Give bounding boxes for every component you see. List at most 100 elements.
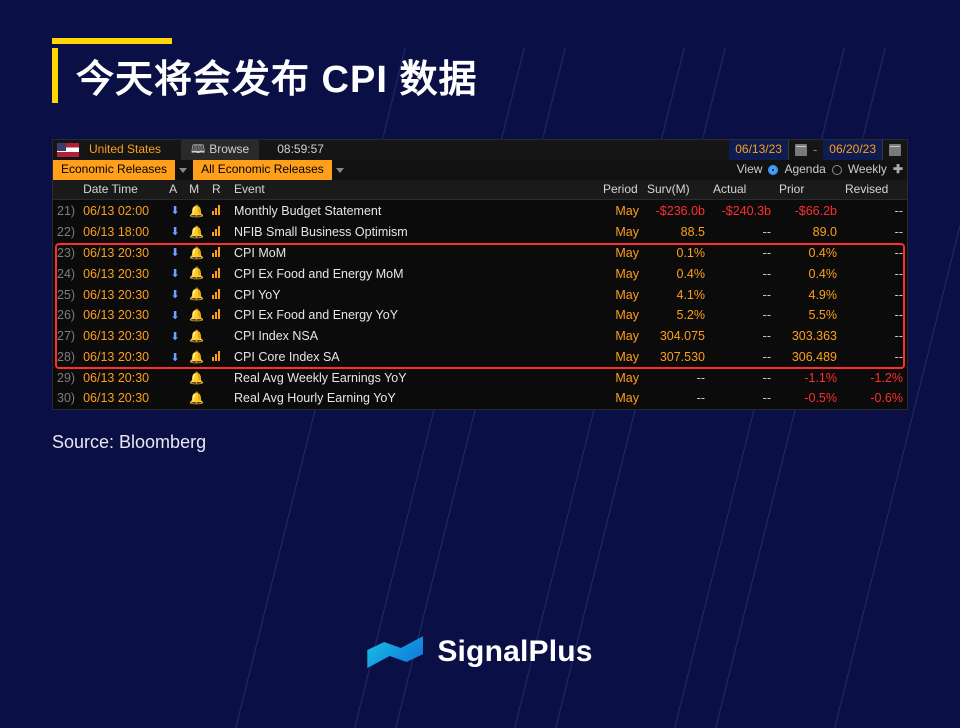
brand-footer: SignalPlus bbox=[0, 632, 960, 672]
row-index: 27) bbox=[53, 326, 79, 347]
row-prior: 0.4% bbox=[775, 242, 841, 263]
alert-toggle[interactable] bbox=[165, 388, 185, 408]
col-surv[interactable]: Surv(M) bbox=[643, 180, 709, 200]
row-period: May bbox=[599, 221, 643, 242]
table-row[interactable]: 25)06/13 20:30⬇🔔CPI YoYMay4.1%--4.9%-- bbox=[53, 284, 907, 305]
col-event[interactable]: Event bbox=[230, 180, 599, 200]
alert-toggle[interactable]: ⬇ bbox=[165, 263, 185, 284]
terminal-topbar: United States 🕮 Browse 08:59:57 06/13/23… bbox=[53, 140, 907, 160]
clock-time: 08:59:57 bbox=[277, 141, 324, 158]
col-r[interactable]: R bbox=[208, 180, 230, 200]
col-period[interactable]: Period bbox=[599, 180, 643, 200]
row-datetime: 06/13 20:30 bbox=[79, 388, 165, 408]
reminder-toggle[interactable]: 🔔 bbox=[185, 347, 208, 368]
row-prior: 4.9% bbox=[775, 284, 841, 305]
reminder-toggle[interactable]: 🔔 bbox=[185, 305, 208, 326]
table-row[interactable]: 27)06/13 20:30⬇🔔CPI Index NSAMay304.075-… bbox=[53, 326, 907, 347]
reminder-toggle[interactable]: 🔔 bbox=[185, 368, 208, 388]
row-revised: -1.2% bbox=[841, 368, 907, 388]
calendar-icon[interactable] bbox=[795, 144, 807, 156]
alert-toggle[interactable]: ⬇ bbox=[165, 347, 185, 368]
row-event: CPI Core Index SA bbox=[230, 347, 599, 368]
table-row[interactable]: 23)06/13 20:30⬇🔔CPI MoMMay0.1%--0.4%-- bbox=[53, 242, 907, 263]
agenda-radio[interactable] bbox=[768, 165, 778, 175]
row-surv: 88.5 bbox=[643, 221, 709, 242]
table-row[interactable]: 28)06/13 20:30⬇🔔CPI Core Index SAMay307.… bbox=[53, 347, 907, 368]
row-actual: -- bbox=[709, 326, 775, 347]
bell-icon: 🔔 bbox=[189, 308, 204, 322]
table-row[interactable]: 30)06/13 20:30🔔Real Avg Hourly Earning Y… bbox=[53, 388, 907, 408]
row-surv: 307.530 bbox=[643, 347, 709, 368]
alert-set-icon: ⬇ bbox=[170, 247, 179, 259]
row-prior: 0.4% bbox=[775, 263, 841, 284]
row-event: Monthly Budget Statement bbox=[230, 200, 599, 221]
bell-icon: 🔔 bbox=[189, 329, 204, 343]
reminder-toggle[interactable]: 🔔 bbox=[185, 242, 208, 263]
row-revised: -- bbox=[841, 221, 907, 242]
scope-filter[interactable]: Economic Releases bbox=[53, 160, 175, 179]
chevron-down-icon[interactable] bbox=[179, 168, 187, 173]
row-surv: -- bbox=[643, 368, 709, 388]
date-from[interactable]: 06/13/23 bbox=[729, 140, 789, 159]
reminder-toggle[interactable]: 🔔 bbox=[185, 326, 208, 347]
row-actual: -$240.3b bbox=[709, 200, 775, 221]
country-label[interactable]: United States bbox=[83, 141, 167, 158]
alert-toggle[interactable] bbox=[165, 368, 185, 388]
view-label: View bbox=[737, 161, 763, 178]
bloomberg-terminal: United States 🕮 Browse 08:59:57 06/13/23… bbox=[52, 139, 908, 410]
calendar-icon[interactable] bbox=[889, 144, 901, 156]
reminder-toggle[interactable]: 🔔 bbox=[185, 200, 208, 221]
alert-toggle[interactable]: ⬇ bbox=[165, 221, 185, 242]
bell-icon: 🔔 bbox=[189, 350, 204, 364]
col-datetime[interactable]: Date Time bbox=[79, 180, 165, 200]
col-a[interactable]: A bbox=[165, 180, 185, 200]
relevance-bars-icon bbox=[212, 289, 220, 299]
source-line: Source: Bloomberg bbox=[52, 432, 960, 453]
plus-icon[interactable]: ✚ bbox=[893, 161, 903, 178]
chevron-down-icon[interactable] bbox=[336, 168, 344, 173]
table-row[interactable]: 26)06/13 20:30⬇🔔CPI Ex Food and Energy Y… bbox=[53, 305, 907, 326]
row-prior: 303.363 bbox=[775, 326, 841, 347]
date-to[interactable]: 06/20/23 bbox=[823, 140, 883, 159]
row-surv: 0.4% bbox=[643, 263, 709, 284]
browse-button[interactable]: 🕮 Browse bbox=[181, 140, 259, 159]
col-revised[interactable]: Revised bbox=[841, 180, 907, 200]
reminder-toggle[interactable]: 🔔 bbox=[185, 263, 208, 284]
row-period: May bbox=[599, 263, 643, 284]
alert-toggle[interactable]: ⬇ bbox=[165, 200, 185, 221]
weekly-radio[interactable] bbox=[832, 165, 842, 175]
col-actual[interactable]: Actual bbox=[709, 180, 775, 200]
subset-filter[interactable]: All Economic Releases bbox=[193, 160, 332, 179]
relevance-bars-icon bbox=[212, 268, 220, 278]
table-row[interactable]: 29)06/13 20:30🔔Real Avg Weekly Earnings … bbox=[53, 368, 907, 388]
alert-toggle[interactable]: ⬇ bbox=[165, 326, 185, 347]
col-prior[interactable]: Prior bbox=[775, 180, 841, 200]
row-index: 22) bbox=[53, 221, 79, 242]
row-actual: -- bbox=[709, 368, 775, 388]
row-datetime: 06/13 20:30 bbox=[79, 305, 165, 326]
table-row[interactable]: 22)06/13 18:00⬇🔔NFIB Small Business Opti… bbox=[53, 221, 907, 242]
row-period: May bbox=[599, 200, 643, 221]
alert-toggle[interactable]: ⬇ bbox=[165, 305, 185, 326]
reminder-toggle[interactable]: 🔔 bbox=[185, 284, 208, 305]
row-prior: 89.0 bbox=[775, 221, 841, 242]
agenda-label[interactable]: Agenda bbox=[784, 161, 825, 178]
table-row[interactable]: 24)06/13 20:30⬇🔔CPI Ex Food and Energy M… bbox=[53, 263, 907, 284]
alert-toggle[interactable]: ⬇ bbox=[165, 284, 185, 305]
browse-label: Browse bbox=[209, 141, 249, 158]
alert-set-icon: ⬇ bbox=[170, 289, 179, 301]
row-revised: -- bbox=[841, 347, 907, 368]
reminder-toggle[interactable]: 🔔 bbox=[185, 221, 208, 242]
row-datetime: 06/13 20:30 bbox=[79, 347, 165, 368]
table-row[interactable]: 21)06/13 02:00⬇🔔Monthly Budget Statement… bbox=[53, 200, 907, 221]
col-m[interactable]: M bbox=[185, 180, 208, 200]
reminder-toggle[interactable]: 🔔 bbox=[185, 388, 208, 408]
bell-icon: 🔔 bbox=[189, 371, 204, 385]
row-actual: -- bbox=[709, 305, 775, 326]
row-revised: -- bbox=[841, 263, 907, 284]
weekly-label[interactable]: Weekly bbox=[848, 161, 887, 178]
relevance-bars-icon bbox=[212, 351, 220, 361]
relevance-cell bbox=[208, 242, 230, 263]
row-actual: -- bbox=[709, 388, 775, 408]
alert-toggle[interactable]: ⬇ bbox=[165, 242, 185, 263]
